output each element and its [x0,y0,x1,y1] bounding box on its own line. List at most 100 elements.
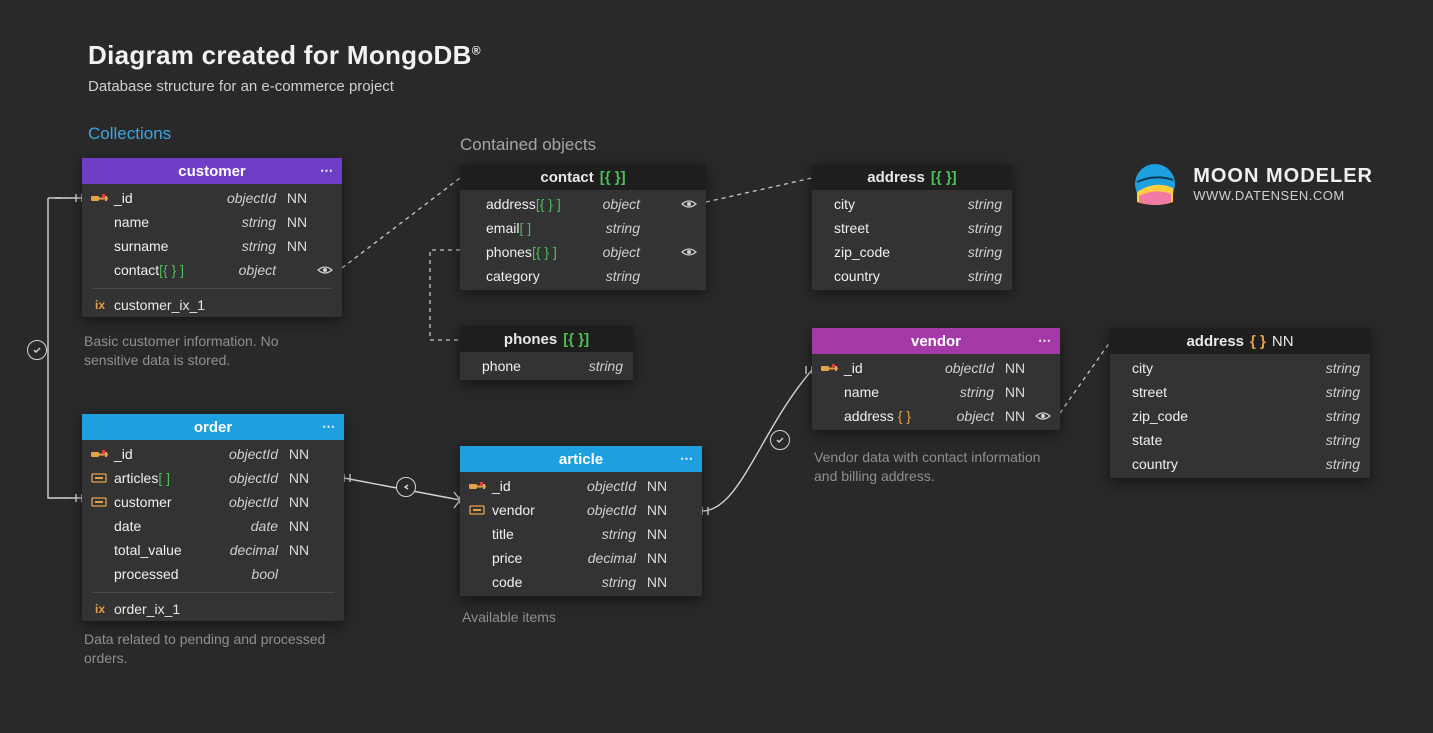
field-row[interactable]: surname string NN [82,234,342,258]
field-not-null: NN [280,190,314,206]
field-row[interactable]: title string NN [460,522,702,546]
entity-header[interactable]: vendor ⋯ [812,328,1060,354]
field-row[interactable]: articles[ ] objectId NN [82,466,344,490]
field-not-null: NN [280,214,314,230]
entity-header[interactable]: article ⋯ [460,446,702,472]
field-row[interactable]: code string NN [460,570,702,594]
foreign-key-icon [86,472,114,484]
field-row[interactable]: total_value decimal NN [82,538,344,562]
entity-order[interactable]: order ⋯ _id objectId NN articles[ ] obje… [82,414,344,621]
visibility-icon[interactable] [1032,410,1054,422]
field-row[interactable]: _id objectId NN [82,186,342,210]
field-type: bool [220,566,282,582]
page-title-text: Diagram created for MongoDB [88,40,472,70]
field-row[interactable]: name string NN [812,380,1060,404]
field-type: string [948,196,1006,212]
field-name: name [844,384,936,400]
field-name: _id [492,478,578,494]
field-row[interactable]: statestring [1110,428,1370,452]
visibility-icon[interactable] [678,198,700,210]
index-name: customer_ix_1 [114,297,334,313]
field-row[interactable]: citystring [812,192,1012,216]
field-row[interactable]: countrystring [812,264,1012,288]
primary-key-icon [86,192,114,204]
field-name: city [834,196,948,212]
entity-fields: _id objectId NN name string NN surname s… [82,184,342,284]
entity-article[interactable]: article ⋯ _id objectId NN vendor objectI… [460,446,702,596]
field-name: total_value [114,542,220,558]
field-row[interactable]: zip_codestring [1110,404,1370,428]
field-name: name [114,214,218,230]
entity-header[interactable]: address { } NN [1110,328,1370,354]
entity-menu-icon[interactable]: ⋯ [680,452,694,465]
entity-menu-icon[interactable]: ⋯ [322,420,336,433]
field-row[interactable]: _id objectId NN [460,474,702,498]
field-row[interactable]: streetstring [812,216,1012,240]
field-type: string [578,526,640,542]
entity-title: customer [178,163,246,180]
field-type: objectId [220,494,282,510]
primary-key-icon [816,362,844,374]
field-name: vendor [492,502,578,518]
field-name: date [114,518,220,534]
field-name: title [492,526,578,542]
field-row[interactable]: zip_codestring [812,240,1012,264]
entity-header[interactable]: contact [{ }] [460,164,706,190]
field-row[interactable]: customer objectId NN [82,490,344,514]
relation-node-icon [770,430,790,450]
field-row[interactable]: phone string [460,354,633,378]
field-name: _id [114,190,218,206]
field-row[interactable]: vendor objectId NN [460,498,702,522]
entity-title: phones [504,331,557,348]
index-row[interactable]: ix customer_ix_1 [82,293,342,317]
field-row[interactable]: processed bool [82,562,344,586]
field-name: phone [482,358,569,374]
field-name: _id [844,360,936,376]
field-row[interactable]: contact[{ } ] object [82,258,342,282]
field-not-null: NN [998,360,1032,376]
field-row[interactable]: countrystring [1110,452,1370,476]
visibility-icon[interactable] [678,246,700,258]
field-not-null: NN [998,384,1032,400]
index-row[interactable]: ix order_ix_1 [82,597,344,621]
field-name: price [492,550,578,566]
registered-mark: ® [472,43,481,57]
field-row[interactable]: streetstring [1110,380,1370,404]
field-row[interactable]: email[ ] string [460,216,706,240]
entity-customer[interactable]: customer ⋯ _id objectId NN name string N… [82,158,342,317]
field-type: string [218,238,280,254]
entity-vendor[interactable]: vendor ⋯ _id objectId NN name string NN … [812,328,1060,430]
field-row[interactable]: address { } object NN [812,404,1060,428]
index-icon: ix [86,602,114,616]
field-row[interactable]: price decimal NN [460,546,702,570]
field-row[interactable]: category string [460,264,706,288]
entity-phones[interactable]: phones [{ }] phone string [460,326,633,380]
entity-address-right[interactable]: address { } NN citystring streetstring z… [1110,328,1370,478]
field-row[interactable]: date date NN [82,514,344,538]
field-row[interactable]: _id objectId NN [812,356,1060,380]
entity-menu-icon[interactable]: ⋯ [1038,334,1052,347]
field-row[interactable]: phones[{ } ] object [460,240,706,264]
entity-header[interactable]: phones [{ }] [460,326,633,352]
field-row[interactable]: address[{ } ] object [460,192,706,216]
field-not-null: NN [280,238,314,254]
field-type: string [1306,456,1364,472]
field-row[interactable]: citystring [1110,356,1370,380]
visibility-icon[interactable] [314,264,336,276]
field-type: string [1306,384,1364,400]
field-type: objectId [220,446,282,462]
field-type: objectId [936,360,998,376]
brand-name: MOON MODELER [1193,165,1373,188]
entity-address-top[interactable]: address [{ }] citystring streetstring zi… [812,164,1012,290]
field-not-null: NN [282,446,316,462]
brand-url: WWW.DATENSEN.COM [1193,188,1373,203]
entity-header[interactable]: order ⋯ [82,414,344,440]
entity-header[interactable]: customer ⋯ [82,158,342,184]
field-row[interactable]: _id objectId NN [82,442,344,466]
field-type: date [220,518,282,534]
entity-contact[interactable]: contact [{ }] address[{ } ] object email… [460,164,706,290]
field-row[interactable]: name string NN [82,210,342,234]
entity-menu-icon[interactable]: ⋯ [320,164,334,177]
field-not-null: NN [640,502,674,518]
entity-header[interactable]: address [{ }] [812,164,1012,190]
